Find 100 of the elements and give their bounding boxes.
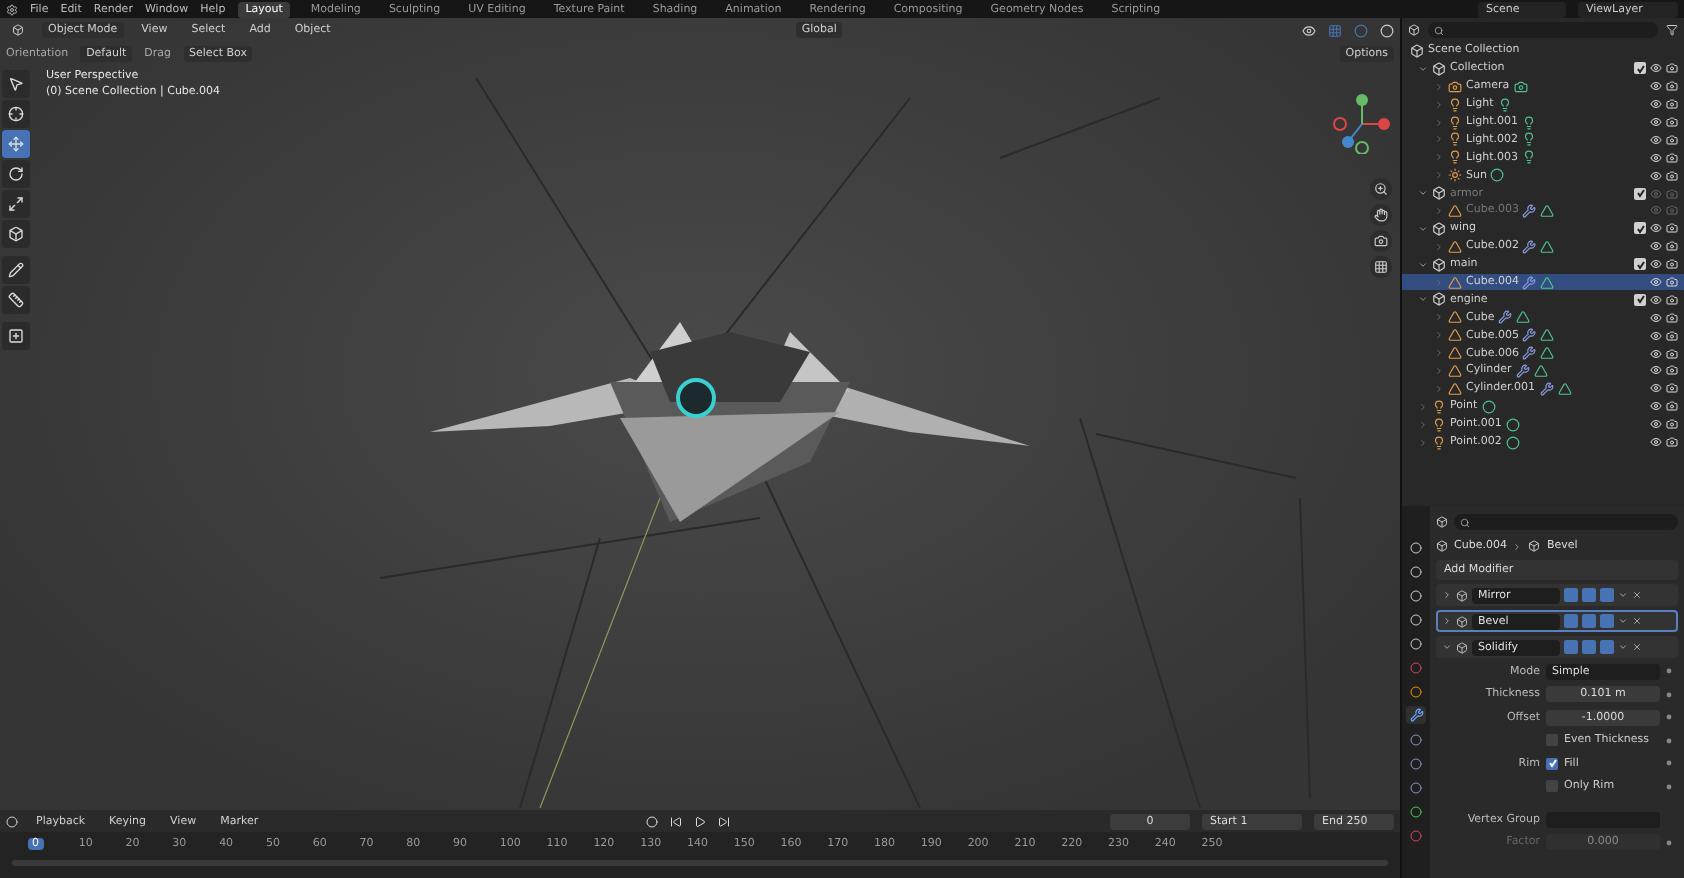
checkbox[interactable] <box>1634 62 1646 75</box>
lightbulb-icon <box>1448 132 1462 147</box>
property-tab[interactable] <box>1406 826 1426 844</box>
checkbox[interactable] <box>1546 734 1558 747</box>
camera-icon <box>1666 133 1678 146</box>
chevron-icon <box>1442 590 1452 600</box>
dot-icon <box>1666 691 1672 698</box>
eye-icon <box>1650 222 1662 235</box>
jump-start-icon <box>669 815 682 827</box>
property-tab[interactable] <box>1406 634 1426 652</box>
zoom-button[interactable] <box>1370 178 1392 200</box>
camera-icon <box>1666 240 1678 253</box>
camera-icon <box>1666 222 1678 235</box>
jump-end-icon <box>717 815 730 827</box>
lightbulb-icon <box>1448 97 1462 112</box>
object-icon <box>1436 540 1448 552</box>
property-tab[interactable] <box>1406 682 1426 700</box>
tool-button[interactable] <box>2 190 30 218</box>
checkbox[interactable] <box>1634 222 1646 235</box>
dot-icon <box>1666 760 1672 767</box>
play-icon <box>693 815 706 827</box>
search-field[interactable] <box>1454 514 1678 530</box>
camera-icon <box>1666 329 1678 342</box>
collection-icon <box>1410 43 1424 58</box>
modifier-icon <box>1456 589 1468 601</box>
modifier-icon <box>1456 641 1468 653</box>
eye-icon <box>1650 293 1662 306</box>
property-tab[interactable] <box>1406 802 1426 820</box>
hand-icon <box>1374 208 1388 222</box>
property-tab[interactable] <box>1406 730 1426 748</box>
modifier-icon <box>1528 540 1541 552</box>
editor-type-icon <box>12 24 24 36</box>
tool-button[interactable] <box>2 286 30 314</box>
zoom-icon <box>1374 182 1388 196</box>
eye-icon <box>1650 347 1662 360</box>
filter-icon <box>1666 24 1678 36</box>
camera-icon <box>1666 436 1678 449</box>
property-tab[interactable] <box>1406 538 1426 556</box>
collection-icon <box>1432 221 1446 236</box>
camera-icon <box>1666 151 1678 164</box>
chevron-icon <box>1442 616 1452 626</box>
search-field[interactable] <box>1428 22 1658 38</box>
tool-button[interactable] <box>2 70 30 98</box>
property-tab[interactable] <box>1406 706 1426 724</box>
eye-icon <box>1650 258 1662 271</box>
search-icon <box>1434 25 1444 35</box>
eye-icon <box>1650 311 1662 324</box>
property-tab[interactable] <box>1406 586 1426 604</box>
ortho-toggle-button[interactable] <box>1370 256 1392 278</box>
overlay-icon <box>1354 23 1368 37</box>
camera-icon <box>1666 382 1678 395</box>
tool-button[interactable] <box>2 256 30 284</box>
property-tab[interactable] <box>1406 610 1426 628</box>
scale-tool-icon <box>8 196 24 212</box>
camera-icon <box>1374 234 1388 248</box>
dropdown-icon <box>1618 616 1628 626</box>
eye-icon <box>1650 98 1662 111</box>
tool-button[interactable] <box>2 220 30 248</box>
camera-icon <box>1666 98 1678 111</box>
checkbox[interactable] <box>1634 258 1646 271</box>
eye-icon <box>1650 62 1662 75</box>
chevron-icon <box>1442 642 1452 652</box>
pan-button[interactable] <box>1370 204 1392 226</box>
eye-icon <box>1650 133 1662 146</box>
checkbox[interactable] <box>1546 780 1558 793</box>
collection-icon <box>1432 61 1446 76</box>
property-tab[interactable] <box>1406 778 1426 796</box>
light-data-icon <box>1497 97 1512 112</box>
mesh-data-icon <box>1540 239 1555 254</box>
wrench-icon <box>1522 239 1537 254</box>
eye-icon <box>1650 418 1662 431</box>
add-tool-icon <box>8 328 24 344</box>
mesh-data-icon <box>1540 203 1555 218</box>
rotate-tool-icon <box>8 166 24 182</box>
camera-view-button[interactable] <box>1370 230 1392 252</box>
lightbulb-icon <box>1432 417 1446 432</box>
axis-gizmo-icon <box>1332 94 1392 154</box>
wrench-icon <box>1498 310 1513 325</box>
tool-button[interactable] <box>2 322 30 350</box>
search-icon <box>1460 517 1470 527</box>
camera-icon <box>1666 187 1678 200</box>
editor-type-icon <box>1436 516 1448 528</box>
property-tab[interactable] <box>1406 562 1426 580</box>
record-icon <box>645 815 658 827</box>
mesh-triangle-icon <box>1448 239 1462 254</box>
tool-button[interactable] <box>2 100 30 128</box>
property-tab[interactable] <box>1406 658 1426 676</box>
dot-icon <box>1666 737 1672 744</box>
eye-icon <box>1650 116 1662 128</box>
dot-icon <box>1666 839 1672 846</box>
wrench-icon <box>1522 328 1537 343</box>
collection-icon <box>1432 186 1446 201</box>
eye-icon <box>1650 151 1662 164</box>
mesh-triangle-icon <box>1448 203 1462 218</box>
tool-button[interactable] <box>2 160 30 188</box>
property-tab[interactable] <box>1406 754 1426 772</box>
checkbox[interactable] <box>1634 293 1646 306</box>
dropdown-icon <box>1618 642 1628 652</box>
eye-icon <box>1650 80 1662 93</box>
transform-tool-icon <box>8 226 24 242</box>
